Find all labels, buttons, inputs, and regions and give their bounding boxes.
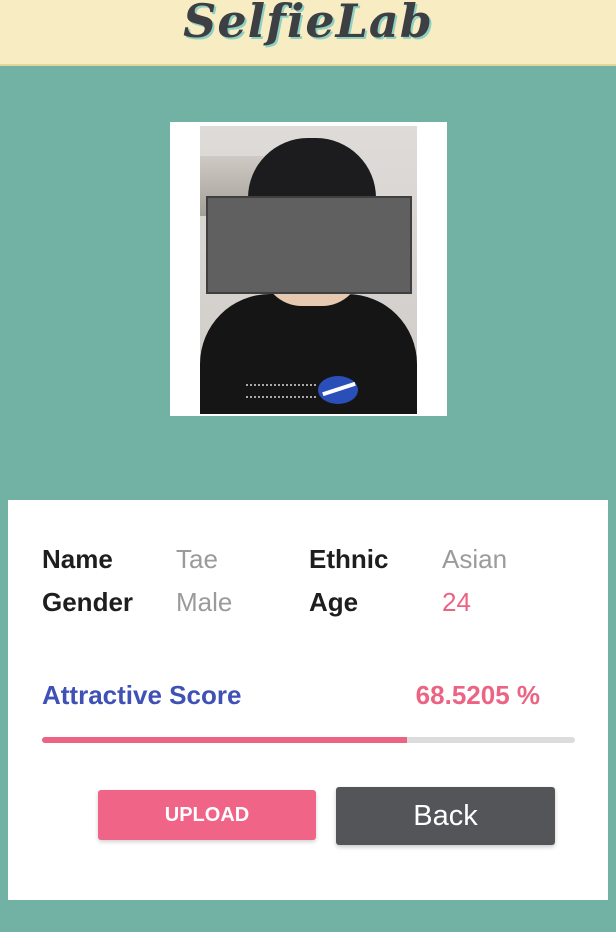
age-label: Age bbox=[309, 587, 359, 617]
attractive-score-label: Attractive Score bbox=[42, 680, 242, 710]
gender-value: Male bbox=[176, 587, 233, 617]
gender-label: Gender bbox=[42, 587, 134, 617]
shirt-logo bbox=[318, 376, 358, 404]
app-title: SelfieLab bbox=[183, 0, 433, 48]
selfie-photo bbox=[200, 126, 417, 414]
name-value: Tae bbox=[176, 544, 218, 574]
age-value: 24 bbox=[442, 587, 471, 617]
score-progress-fill bbox=[42, 737, 408, 743]
upload-button[interactable]: UPLOAD bbox=[98, 790, 316, 840]
name-label: Name bbox=[42, 544, 113, 574]
face-redaction-box bbox=[206, 196, 412, 294]
app-header: SelfieLab bbox=[0, 0, 616, 66]
ethnic-label: Ethnic bbox=[309, 544, 389, 574]
attractive-score-value: 68.5205 % bbox=[415, 680, 540, 710]
ethnic-value: Asian bbox=[442, 544, 508, 574]
back-button[interactable]: Back bbox=[336, 787, 555, 845]
selfie-photo-frame bbox=[170, 122, 447, 416]
score-progress-bar bbox=[42, 737, 575, 743]
result-card: Name Tae Ethnic Asian Gender Male Age 24… bbox=[8, 500, 608, 900]
shirt-print bbox=[246, 384, 316, 398]
